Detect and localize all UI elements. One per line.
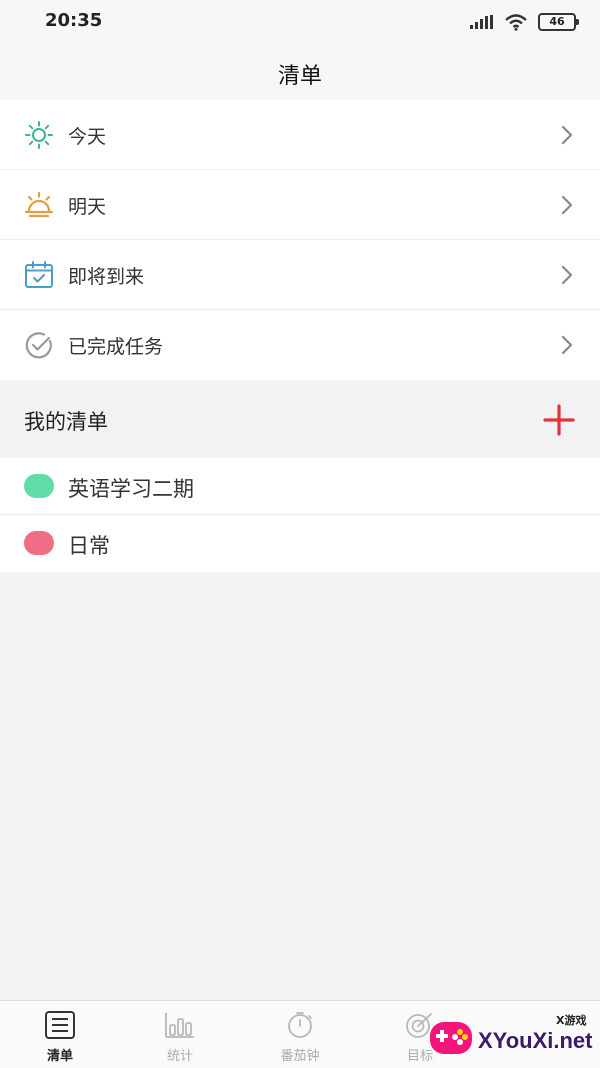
page-title: 清单 [277,64,322,89]
list-icon [45,1011,75,1039]
watermark: X游戏 XYouXi.net [428,1008,600,1064]
status-icons: 46 [470,12,579,32]
smart-list-tomorrow[interactable]: 明天 [0,170,600,240]
smart-list-label: 即将到来 [68,266,145,288]
app-header: 清单 [0,44,600,101]
user-lists: 英语学习二期 日常 [0,458,600,572]
chevron-right-icon [561,265,573,285]
smart-list-label: 已完成任务 [68,336,164,358]
tab-label: 清单 [46,1049,73,1064]
watermark-text: XYouXi.net [478,1028,593,1053]
chevron-right-icon [561,195,573,215]
tab-label: 统计 [166,1049,193,1064]
list-label: 日常 [68,534,110,558]
status-time: 20:35 [45,10,103,31]
list-color-dot [24,531,54,555]
bar-chart-icon [165,1013,194,1038]
tab-pomodoro[interactable]: 番茄钟 [240,1001,360,1068]
my-lists-header: 我的清单 [0,382,600,458]
tab-statistics[interactable]: 统计 [120,1001,240,1068]
add-list-button[interactable] [542,403,576,437]
battery-level: 46 [549,15,565,28]
stopwatch-icon [288,1012,312,1038]
smart-lists: 今天 明天 即将到来 已完成任务 [0,100,600,380]
smart-list-label: 今天 [68,126,107,148]
sunrise-icon [24,191,54,218]
calendar-icon [25,261,53,288]
watermark-small-text: X游戏 [556,1014,587,1027]
tab-label: 番茄钟 [280,1049,320,1064]
tab-list[interactable]: 清单 [0,1001,120,1068]
gamepad-logo-icon [430,1022,472,1054]
plus-icon [543,404,575,436]
chevron-right-icon [561,125,573,145]
list-item[interactable]: 英语学习二期 [0,458,600,515]
chevron-right-icon [561,335,573,355]
list-item[interactable]: 日常 [0,515,600,572]
list-label: 英语学习二期 [68,477,194,501]
smart-list-completed[interactable]: 已完成任务 [0,310,600,380]
smart-list-label: 明天 [68,196,107,218]
my-lists-title: 我的清单 [24,410,108,434]
check-circle-icon [25,332,52,359]
wifi-icon [505,14,527,31]
smart-list-upcoming[interactable]: 即将到来 [0,240,600,310]
sun-icon [25,121,53,149]
list-color-dot [24,474,54,498]
status-bar: 20:35 46 [0,0,600,44]
signal-icon [470,15,493,29]
smart-list-today[interactable]: 今天 [0,100,600,170]
battery-icon: 46 [538,13,579,31]
